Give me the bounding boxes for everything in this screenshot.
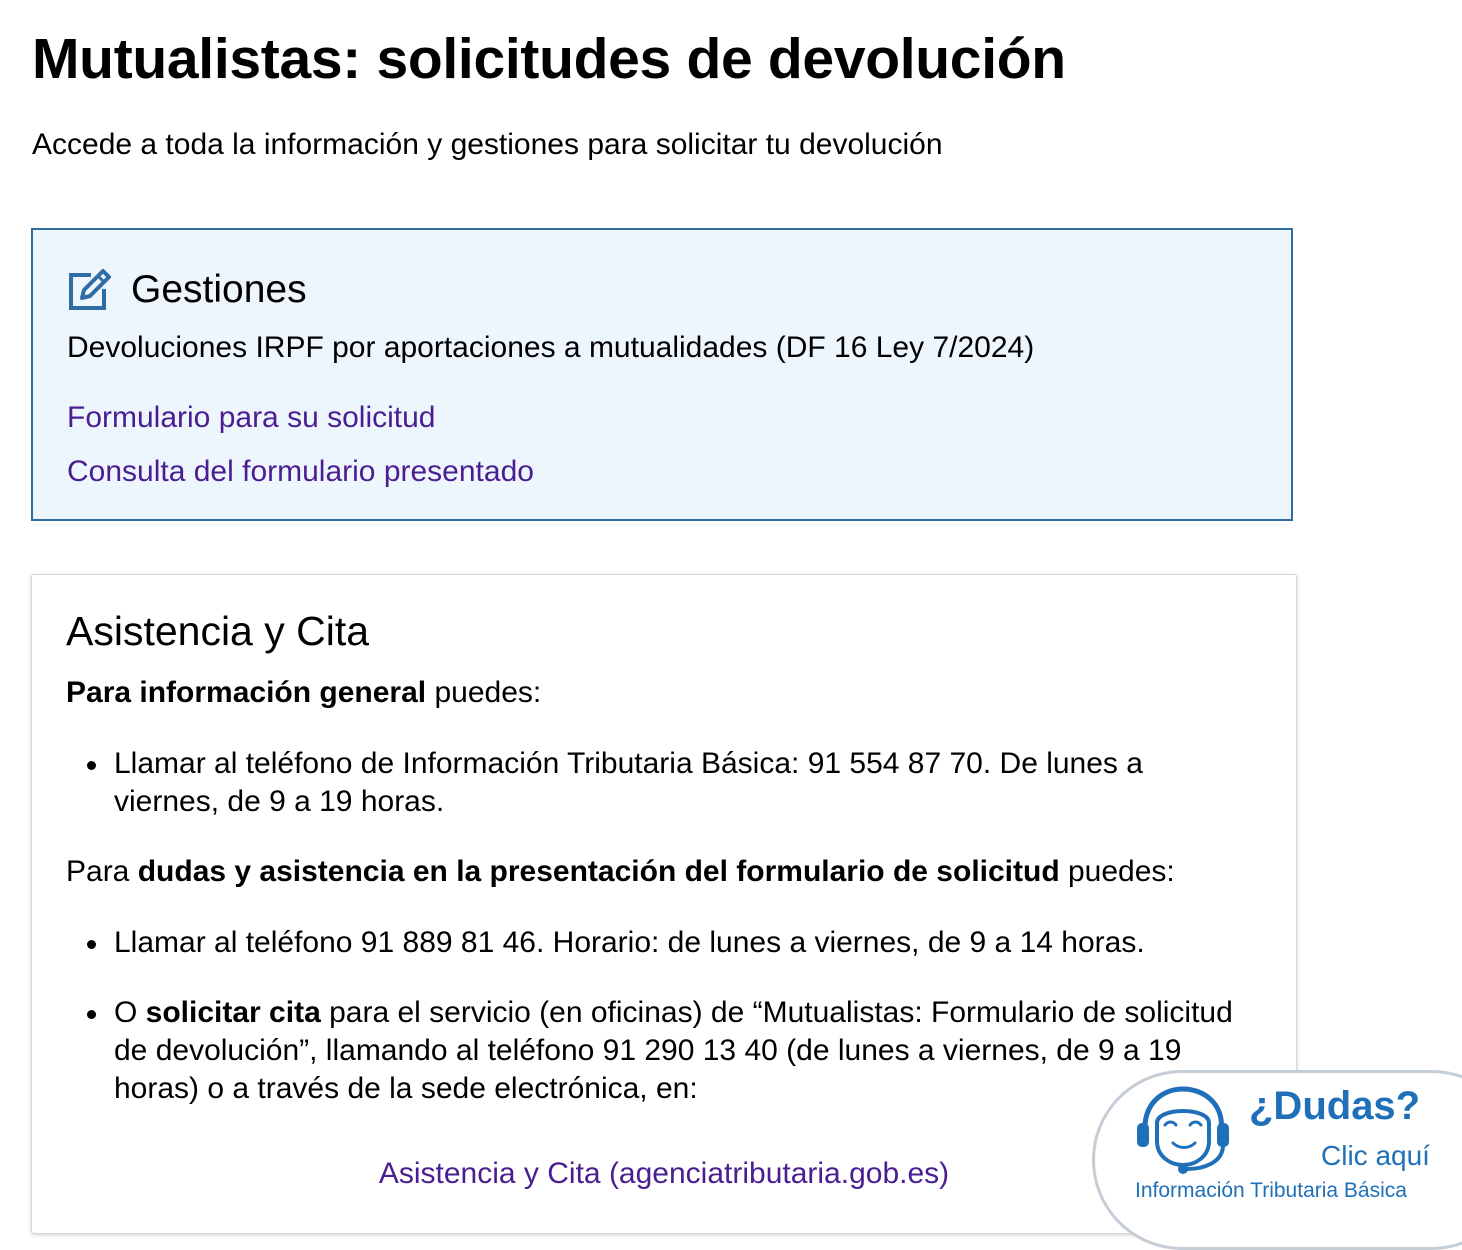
gestiones-panel: Gestiones Devoluciones IRPF por aportaci… [31, 228, 1293, 521]
page-title: Mutualistas: solicitudes de devolución [32, 27, 1066, 91]
info-general-bold: Para información general [66, 676, 427, 709]
gestiones-header: Gestiones [67, 266, 307, 314]
dudas-help-widget[interactable]: ¿Dudas? Clic aquí Información Tributaria… [1092, 1070, 1462, 1250]
info-general-rest: puedes: [426, 676, 542, 709]
edit-icon [67, 268, 113, 312]
dudas-clic-aqui: Clic aquí [1321, 1140, 1430, 1171]
dudas-footer: Información Tributaria Básica [1135, 1179, 1407, 1202]
list-item: O solicitar cita para el servicio (en of… [87, 994, 1254, 1108]
gestiones-description: Devoluciones IRPF por aportaciones a mut… [67, 331, 1035, 364]
formulario-solicitud-link[interactable]: Formulario para su solicitud [67, 400, 435, 436]
support-agent-icon [1131, 1083, 1235, 1180]
consulta-formulario-link[interactable]: Consulta del formulario presentado [67, 454, 534, 490]
dudas-intro-bold: dudas y asistencia en la presentación de… [137, 855, 1060, 888]
list-item: Llamar al teléfono 91 889 81 46. Horario… [87, 924, 1254, 962]
page-subtitle: Accede a toda la información y gestiones… [32, 128, 943, 161]
gestiones-title: Gestiones [131, 268, 307, 311]
dudas-intro-text: Para dudas y asistencia en la presentaci… [66, 853, 1175, 891]
dudas-intro-prefix: Para [66, 855, 138, 888]
info-general-text: Para información general puedes: [66, 674, 541, 712]
dudas-title: ¿Dudas? [1249, 1084, 1421, 1128]
list-item: Llamar al teléfono de Información Tribut… [87, 745, 1254, 821]
cita-prefix: O [114, 996, 146, 1029]
asistencia-title: Asistencia y Cita [66, 608, 370, 654]
cita-bold: solicitar cita [145, 996, 321, 1029]
dudas-intro-suffix: puedes: [1059, 855, 1175, 888]
